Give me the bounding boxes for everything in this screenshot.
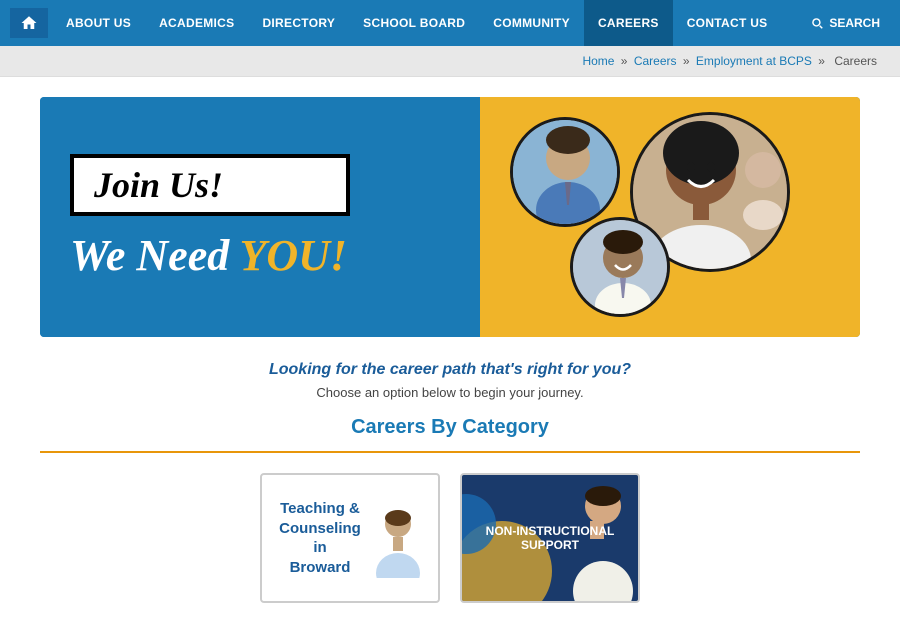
looking-text: Looking for the career path that's right…: [40, 361, 860, 379]
teaching-person-icon: [373, 508, 423, 568]
nav-item-school-board[interactable]: SCHOOL BOARD: [349, 0, 479, 46]
card-non-instructional[interactable]: NON-INSTRUCTIONALSUPPORT: [460, 473, 640, 603]
breadcrumb-current: Careers: [834, 54, 877, 68]
breadcrumb-sep3: »: [818, 54, 825, 68]
card-teaching-counseling[interactable]: Teaching &CounselinginBroward: [260, 473, 440, 603]
category-divider: [40, 451, 860, 453]
we-need-prefix: We Need: [70, 231, 239, 280]
section-text: Looking for the career path that's right…: [40, 361, 860, 400]
teaching-card-text: Teaching &CounselinginBroward: [277, 499, 363, 577]
non-instr-label: NON-INSTRUCTIONALSUPPORT: [476, 514, 625, 562]
breadcrumb: Home » Careers » Employment at BCPS » Ca…: [0, 46, 900, 77]
we-need-text: We Need YOU!: [70, 230, 450, 281]
choose-text: Choose an option below to begin your jou…: [40, 385, 860, 400]
careers-category-title: Careers By Category: [40, 416, 860, 439]
nav-item-directory[interactable]: DIRECTORY: [248, 0, 349, 46]
nav-item-academics[interactable]: ACADEMICS: [145, 0, 248, 46]
home-button[interactable]: [10, 8, 48, 38]
join-us-text: Join Us!: [94, 165, 223, 205]
breadcrumb-employment[interactable]: Employment at BCPS: [696, 54, 812, 68]
nav-item-community[interactable]: COMMUNITY: [479, 0, 584, 46]
breadcrumb-careers[interactable]: Careers: [634, 54, 677, 68]
home-icon: [20, 14, 38, 32]
join-us-box: Join Us!: [70, 154, 350, 216]
hero-banner: Join Us! We Need YOU!: [40, 97, 860, 337]
photo-circle-1: [510, 117, 620, 227]
breadcrumb-sep1: »: [621, 54, 628, 68]
non-instr-text-container: NON-INSTRUCTIONALSUPPORT: [476, 514, 625, 562]
teaching-card-inner: Teaching &CounselinginBroward: [277, 490, 423, 586]
hero-text: Join Us! We Need YOU!: [40, 97, 480, 337]
nav-items: ABOUT US ACADEMICS DIRECTORY SCHOOL BOAR…: [52, 0, 800, 46]
nav-item-contact-us[interactable]: CONTACT US: [673, 0, 782, 46]
breadcrumb-home[interactable]: Home: [582, 54, 614, 68]
main-content: Join Us! We Need YOU!: [0, 77, 900, 633]
search-button[interactable]: SEARCH: [800, 16, 890, 30]
nav-item-about-us[interactable]: ABOUT US: [52, 0, 145, 46]
breadcrumb-sep2: »: [683, 54, 690, 68]
nav-item-careers[interactable]: CAREERS: [584, 0, 673, 46]
navigation: ABOUT US ACADEMICS DIRECTORY SCHOOL BOAR…: [0, 0, 900, 46]
hero-images: [480, 97, 860, 337]
photo-circle-3: [570, 217, 670, 317]
you-text: YOU!: [239, 231, 347, 280]
search-label: SEARCH: [829, 16, 880, 30]
category-cards: Teaching &CounselinginBroward NON-INSTRU…: [40, 473, 860, 603]
search-icon: [810, 16, 824, 30]
circles-container: [490, 107, 850, 327]
